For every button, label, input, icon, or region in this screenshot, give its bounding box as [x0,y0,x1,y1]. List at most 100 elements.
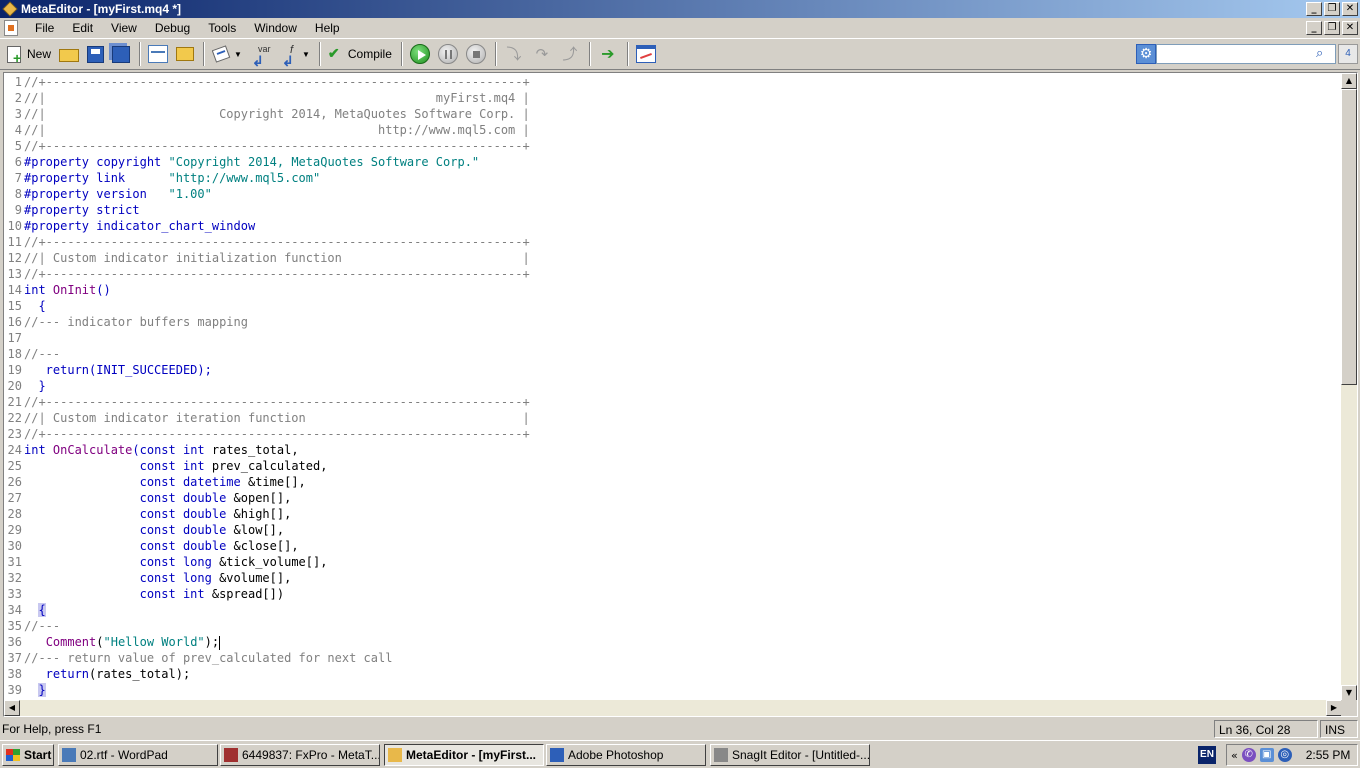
step-into-button[interactable]: ⤵ [501,42,527,66]
code-line[interactable]: 9 #property strict [4,202,530,218]
search-go-button[interactable]: 4 [1338,44,1358,64]
open-button[interactable] [56,42,82,66]
code-line[interactable]: 16//--- indicator buffers mapping [4,314,530,330]
code-line[interactable]: 14 int OnInit() [4,282,530,298]
scroll-left-button[interactable]: ◀ [4,700,20,716]
code-line[interactable]: 31 const long &tick_volume[], [4,554,530,570]
pause-debug-button[interactable] [435,42,461,66]
code-line[interactable]: 21//+-----------------------------------… [4,394,530,410]
save-all-button[interactable] [109,42,133,66]
code-line[interactable]: 1//+------------------------------------… [4,74,530,90]
chevron-down-icon[interactable]: ▼ [302,50,310,59]
horizontal-scrollbar[interactable]: ◀ ▶ [4,700,1342,716]
document-icon[interactable] [4,20,18,36]
code-line[interactable]: 25 const int prev_calculated, [4,458,530,474]
chevron-down-icon[interactable]: ▼ [234,50,242,59]
code-lines[interactable]: 1//+------------------------------------… [4,74,530,698]
code-line[interactable]: 24 int OnCalculate(const int rates_total, [4,442,530,458]
doc-close-button[interactable]: ✕ [1342,21,1358,35]
styler-button[interactable]: ▼ [209,42,245,66]
code-line[interactable]: 8 #property version "1.00" [4,186,530,202]
menu-tools[interactable]: Tools [199,21,245,35]
step-out-button[interactable]: ⤴ [557,42,583,66]
code-editor[interactable]: 1//+------------------------------------… [3,72,1358,717]
search-icon[interactable]: ⌕ [1316,46,1332,62]
compile-button[interactable]: ✔ Compile [325,42,395,66]
taskbar: Start 02.rtf - WordPad 6449837: FxPro - M… [0,740,1360,768]
code-line[interactable]: 23//+-----------------------------------… [4,426,530,442]
code-line[interactable]: 38 return(rates_total); [4,666,530,682]
language-indicator[interactable]: EN [1198,746,1216,764]
code-line[interactable]: 20 } [4,378,530,394]
code-line[interactable]: 19 return(INIT_SUCCEEDED); [4,362,530,378]
insert-function-button[interactable]: f ↲ ▼ [277,42,313,69]
code-line[interactable]: 7 #property link "http://www.mql5.com" [4,170,530,186]
code-line[interactable]: 33 const int &spread[]) [4,586,530,602]
code-line[interactable]: 35//--- [4,618,530,634]
network-icon[interactable]: ▣ [1259,748,1274,762]
code-line[interactable]: 34 { [4,602,530,618]
menu-window[interactable]: Window [245,21,306,35]
taskbar-item[interactable]: 6449837: FxPro - MetaT... [220,744,380,766]
menu-help[interactable]: Help [306,21,349,35]
code-line[interactable]: 4//| http://www.mql5.com | [4,122,530,138]
code-line[interactable]: 12//| Custom indicator initialization fu… [4,250,530,266]
vertical-scroll-thumb[interactable] [1341,89,1357,385]
code-line[interactable]: 11//+-----------------------------------… [4,234,530,250]
code-line[interactable]: 26 const datetime &time[], [4,474,530,490]
menu-file[interactable]: File [26,21,63,35]
code-line[interactable]: 18//--- [4,346,530,362]
menu-view[interactable]: View [102,21,146,35]
shield-icon[interactable]: ◎ [1277,748,1292,762]
menu-debug[interactable]: Debug [146,21,199,35]
restore-button[interactable]: ❐ [1324,2,1340,16]
taskbar-item[interactable]: Adobe Photoshop [546,744,706,766]
minimize-button[interactable]: _ [1306,2,1322,16]
start-button[interactable]: Start [2,744,54,766]
save-button[interactable] [84,42,107,66]
code-line[interactable]: 17 [4,330,530,346]
code-line[interactable]: 15 { [4,298,530,314]
code-line[interactable]: 6 #property copyright "Copyright 2014, Me… [4,154,530,170]
scroll-down-button[interactable]: ▼ [1341,685,1357,701]
code-line[interactable]: 37//--- return value of prev_calculated … [4,650,530,666]
navigator-button[interactable] [145,42,171,66]
terminal-button[interactable] [633,42,659,66]
code-line[interactable]: 5//+------------------------------------… [4,138,530,154]
code-line[interactable]: 27 const double &open[], [4,490,530,506]
taskbar-item[interactable]: 02.rtf - WordPad [58,744,218,766]
scroll-up-button[interactable]: ▲ [1341,73,1357,89]
code-line[interactable]: 29 const double &low[], [4,522,530,538]
menu-edit[interactable]: Edit [63,21,102,35]
doc-restore-button[interactable]: ❐ [1324,21,1340,35]
search-options-button[interactable]: ⚙ [1136,44,1156,64]
close-button[interactable]: ✕ [1342,2,1358,16]
vertical-scrollbar[interactable]: ▲ ▼ [1341,73,1357,701]
code-line[interactable]: 28 const double &high[], [4,506,530,522]
code-line[interactable]: 36 Comment("Hellow World"); [4,634,530,650]
doc-minimize-button[interactable]: _ [1306,21,1322,35]
code-line[interactable]: 2//| myFirst.mq4 | [4,90,530,106]
search-input[interactable] [1156,44,1336,64]
metaeditor-app-icon[interactable] [2,1,18,17]
step-over-button[interactable]: ↷ [529,42,555,66]
code-line[interactable]: 30 const double &close[], [4,538,530,554]
tray-expand-icon[interactable]: « [1231,749,1238,762]
insert-variable-button[interactable]: var ↲ [247,42,275,69]
new-button[interactable]: New [4,42,54,66]
scroll-right-button[interactable]: ▶ [1326,700,1342,716]
code-line[interactable]: 39 } [4,682,530,698]
code-line[interactable]: 22//| Custom indicator iteration functio… [4,410,530,426]
code-line[interactable]: 10 #property indicator_chart_window [4,218,530,234]
goto-line-button[interactable]: ➔ [595,42,621,66]
toolbox-button[interactable] [173,42,197,66]
viber-icon[interactable]: ✆ [1241,748,1256,762]
taskbar-item[interactable]: MetaEditor - [myFirst... [384,744,544,766]
clock[interactable]: 2:55 PM [1306,748,1351,762]
stop-debug-button[interactable] [463,42,489,66]
code-line[interactable]: 3//| Copyright 2014, MetaQuotes Software… [4,106,530,122]
code-line[interactable]: 32 const long &volume[], [4,570,530,586]
code-line[interactable]: 13//+-----------------------------------… [4,266,530,282]
start-debug-button[interactable] [407,42,433,66]
taskbar-item[interactable]: SnagIt Editor - [Untitled-... [710,744,870,766]
